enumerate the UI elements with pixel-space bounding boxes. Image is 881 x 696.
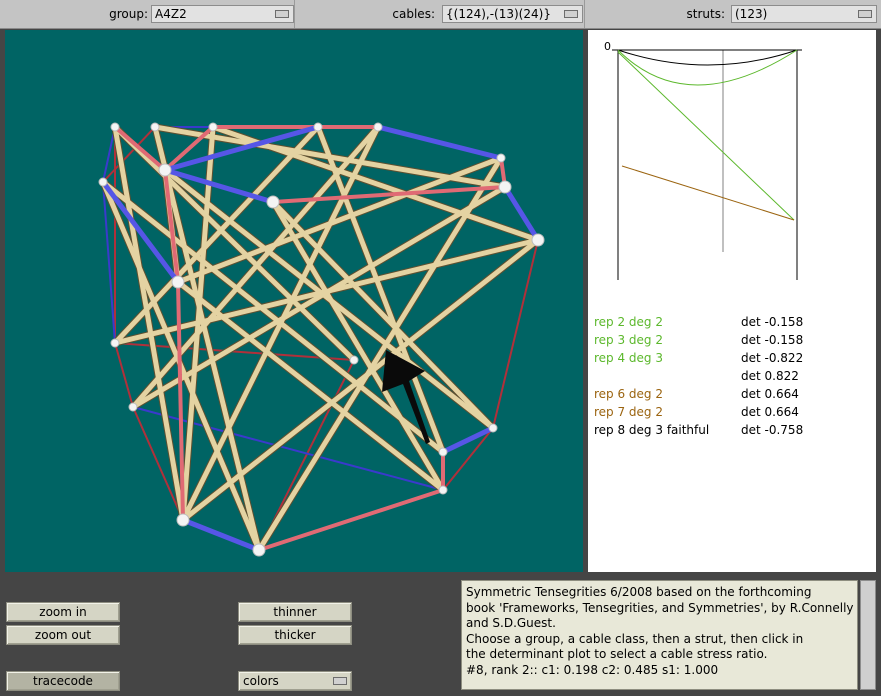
rep-det-value: det 0.664 — [741, 405, 799, 419]
group-select[interactable]: A4Z2 — [151, 5, 294, 23]
node — [438, 485, 448, 495]
colors-select[interactable]: colors — [238, 671, 352, 691]
cable-blue — [375, 124, 504, 161]
plot-curve-rep6 — [621, 165, 795, 221]
group-label: group: — [109, 7, 148, 21]
struts-section: struts: (123) — [585, 0, 881, 28]
determinant-plot[interactable]: 0 — [588, 30, 876, 572]
plot-curve-rep8 — [617, 49, 798, 66]
struts-label: struts: — [686, 7, 726, 21]
rep-label: rep 4 deg 3 — [594, 351, 663, 365]
node — [496, 153, 506, 163]
info-line: and S.D.Guest. — [466, 616, 556, 630]
node — [110, 122, 120, 132]
group-select-value: A4Z2 — [155, 7, 187, 21]
plot-curve-rep4 — [617, 51, 795, 221]
node — [266, 195, 280, 209]
top-toolbar: group: A4Z2 cables: {(124),-(13)(24)} st… — [0, 0, 881, 29]
node — [438, 447, 448, 457]
info-line: Choose a group, a cable class, then a st… — [466, 631, 804, 646]
tracecode-button[interactable]: tracecode — [6, 671, 120, 691]
group-section: group: A4Z2 — [0, 0, 295, 28]
determinant-plot-canvas: 0 — [604, 40, 802, 280]
rep-label: rep 6 deg 2 — [594, 387, 663, 401]
node — [313, 122, 323, 132]
rep-det-value: det -0.158 — [741, 333, 804, 347]
struts-select[interactable]: (123) — [731, 5, 877, 23]
chevron-down-icon — [275, 10, 289, 18]
node — [150, 122, 160, 132]
tensegrity-3d-viewport[interactable] — [5, 30, 583, 572]
chevron-down-icon — [564, 10, 578, 18]
rep-label: rep 8 deg 3 faithful — [594, 423, 710, 437]
node — [498, 180, 512, 194]
node — [349, 355, 359, 365]
node — [110, 338, 120, 348]
zoom-out-button[interactable]: zoom out — [6, 625, 120, 645]
cables-label: cables: — [392, 7, 435, 21]
colors-select-value: colors — [243, 674, 279, 688]
info-line: #8, rank 2:: c1: 0.198 c2: 0.485 s1: 1.0… — [466, 662, 719, 677]
node — [208, 122, 218, 132]
info-scrollbar[interactable] — [860, 580, 876, 690]
cables-select[interactable]: {(124),-(13)(24)} — [442, 5, 583, 23]
chevron-down-icon — [333, 677, 347, 685]
info-line: the determinant plot to select a cable s… — [466, 647, 768, 661]
rep-label: rep 3 deg 2 — [594, 333, 663, 347]
cable-line — [114, 342, 134, 408]
node — [176, 513, 190, 527]
plot-curve-rep2 — [617, 49, 798, 86]
cable-blue — [440, 425, 496, 455]
cables-select-value: {(124),-(13)(24)} — [446, 7, 551, 21]
rep-det-value: det -0.758 — [741, 423, 804, 437]
info-text-area[interactable]: Symmetric Tensegrities 6/2008 based on t… — [461, 580, 858, 690]
node — [252, 543, 266, 557]
cables-section: cables: {(124),-(13)(24)} — [295, 0, 585, 28]
node — [171, 275, 185, 289]
rep-label: rep 2 deg 2 — [594, 315, 663, 329]
node — [98, 177, 108, 187]
strut — [130, 184, 508, 410]
thicker-button[interactable]: thicker — [238, 625, 352, 645]
rep-det-value: det 0.822 — [741, 369, 799, 383]
node — [488, 423, 498, 433]
chevron-down-icon — [858, 10, 872, 18]
node — [531, 233, 545, 247]
rep-det-value: det 0.664 — [741, 387, 799, 401]
rep-det-value: det -0.158 — [741, 315, 804, 329]
thinner-button[interactable]: thinner — [238, 602, 352, 622]
node — [158, 163, 172, 177]
node — [373, 122, 383, 132]
zoom-in-button[interactable]: zoom in — [6, 602, 120, 622]
info-line: Symmetric Tensegrities 6/2008 based on t… — [466, 585, 812, 599]
plot-zero-label: 0 — [604, 40, 611, 53]
tensegrity-structure — [98, 122, 545, 557]
info-line: book 'Frameworks, Tensegrities, and Symm… — [466, 600, 854, 615]
rep-label: rep 7 deg 2 — [594, 405, 663, 419]
struts-select-value: (123) — [735, 7, 768, 21]
rep-det-value: det -0.822 — [741, 351, 804, 365]
node — [128, 402, 138, 412]
